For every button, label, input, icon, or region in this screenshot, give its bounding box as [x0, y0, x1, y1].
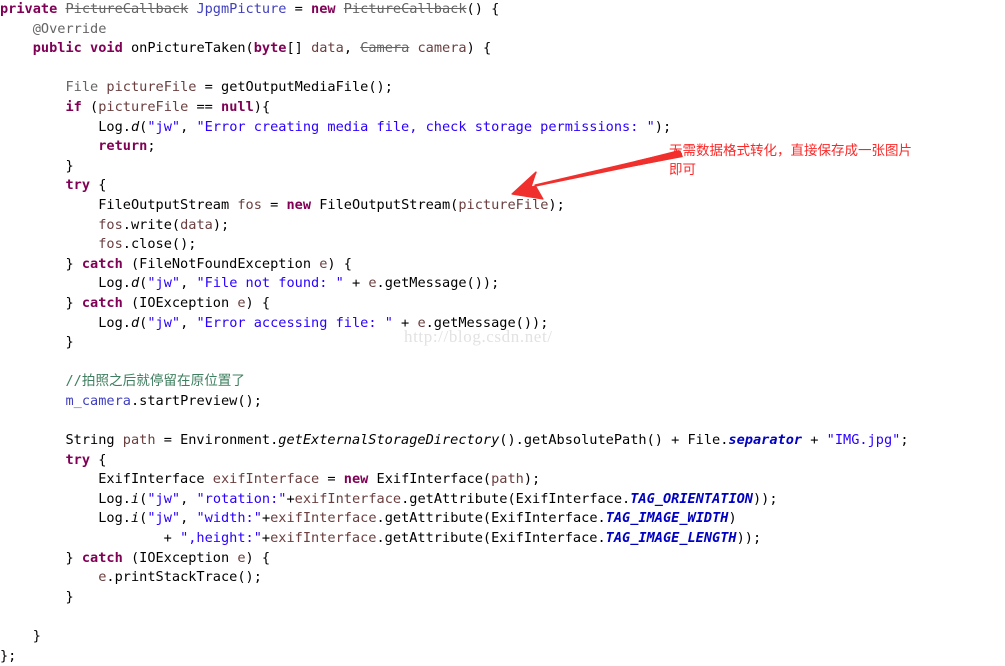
- code-line: Log.i("jw", "width:"+exifInterface.getAt…: [0, 510, 737, 527]
- csdn-watermark: http://blog.csdn.net/: [404, 327, 553, 346]
- code-line: @Override: [0, 20, 1005, 40]
- code-line: public void onPictureTaken(byte[] data, …: [32, 40, 492, 57]
- code-line: Log.d("jw", "Error creating media file, …: [0, 118, 672, 135]
- code-line: }: [0, 628, 41, 644]
- token-field: m_camera: [65, 392, 131, 409]
- token-deprecated-type: PictureCallback: [343, 1, 467, 17]
- red-annotation-note: 无需数据格式转化，直接保存成一张图片即可: [669, 143, 912, 178]
- token-string: "Error creating media file, check storag…: [196, 118, 655, 135]
- code-editor[interactable]: private PictureCallback JpgmPicture = ne…: [0, 0, 1005, 664]
- code-line: + ",height:"+exifInterface.getAttribute(…: [0, 530, 762, 547]
- token-static-constant: separator: [728, 432, 803, 449]
- token-string: "jw": [147, 118, 181, 135]
- code-line: e.printStackTrace();: [98, 569, 262, 586]
- code-line: };: [0, 647, 17, 664]
- token-static-constant: TAG_IMAGE_WIDTH: [605, 510, 729, 527]
- code-line: }: [0, 588, 74, 605]
- token-deprecated-type: PictureCallback: [65, 1, 189, 17]
- token-static-constant: TAG_IMAGE_LENGTH: [605, 530, 737, 547]
- code-line: } catch (FileNotFoundException e) {: [0, 255, 352, 272]
- code-line: if (pictureFile == null){: [65, 98, 271, 115]
- code-line: } catch (IOException e) {: [0, 294, 271, 311]
- code-line: fos.write(data);: [98, 216, 230, 233]
- token-deprecated-type: Camera: [360, 40, 410, 57]
- token-param: camera: [417, 40, 467, 57]
- token-keyword: new: [311, 1, 336, 17]
- code-line: fos.close();: [98, 236, 197, 253]
- token-type: File: [65, 79, 99, 96]
- token-param: data: [311, 40, 344, 57]
- token-comment: //拍照之后就停留在原位置了: [65, 373, 245, 390]
- code-line: File pictureFile = getOutputMediaFile();: [65, 79, 393, 96]
- code-line: private PictureCallback JpgmPicture = ne…: [0, 1, 500, 17]
- token-static-method: getExternalStorageDirectory: [278, 432, 500, 449]
- code-line: ExifInterface exifInterface = new ExifIn…: [0, 471, 541, 488]
- code-line: Log.i("jw", "rotation:"+exifInterface.ge…: [0, 490, 778, 507]
- code-line: } catch (IOException e) {: [0, 549, 271, 566]
- code-line: m_camera.startPreview();: [65, 392, 262, 409]
- token-keyword: private: [0, 1, 58, 17]
- token-static-method: d: [130, 118, 140, 135]
- code-line: String path = Environment.getExternalSto…: [0, 432, 909, 449]
- code-line: Log.d("jw", "File not found: " + e.getMe…: [0, 275, 500, 292]
- token-annotation: @Override: [32, 20, 107, 37]
- code-line: //拍照之后就停留在原位置了: [0, 372, 1005, 392]
- token-static-constant: TAG_ORIENTATION: [630, 490, 753, 507]
- code-line: try {: [65, 451, 107, 468]
- code-line: FileOutputStream fos = new FileOutputStr…: [98, 196, 565, 213]
- token-type: FileOutputStream: [98, 196, 230, 213]
- token-field: JpgmPicture: [196, 1, 287, 17]
